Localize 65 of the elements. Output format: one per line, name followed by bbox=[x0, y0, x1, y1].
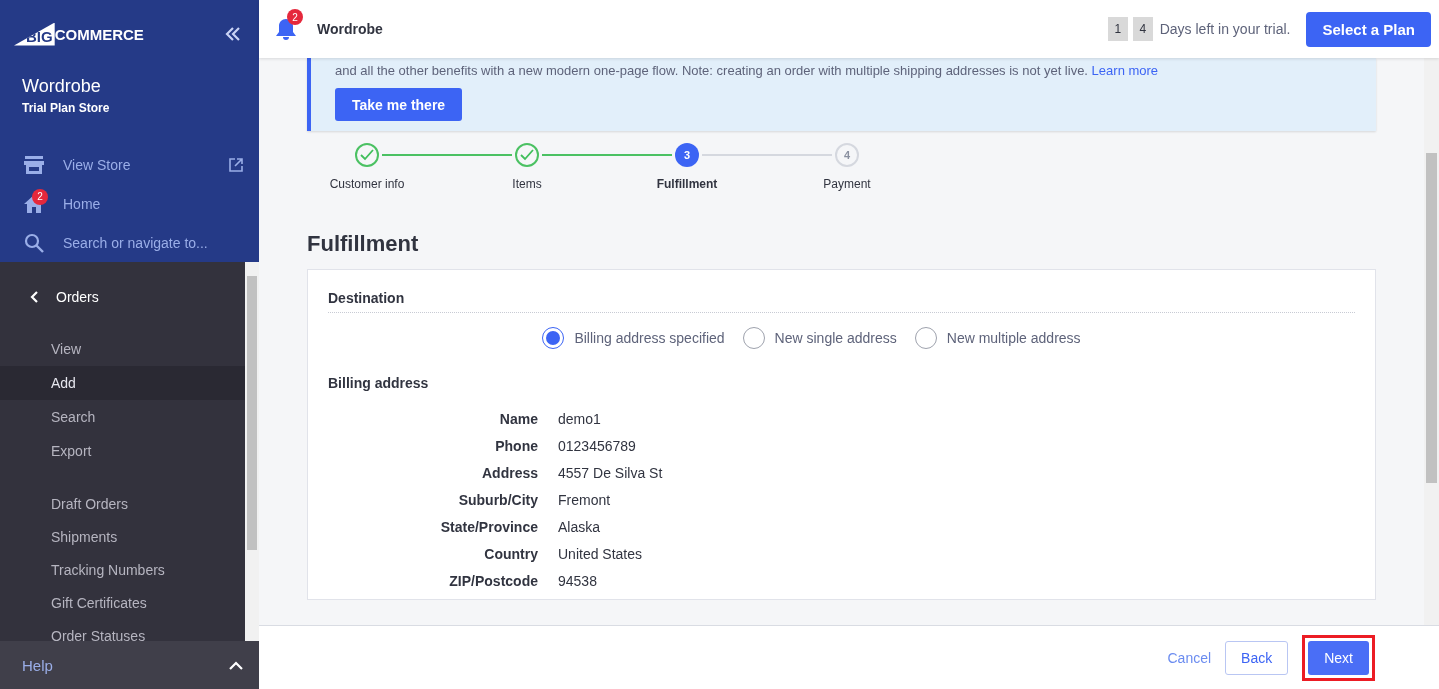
field-value: 0123456789 bbox=[558, 438, 637, 455]
take-me-there-button[interactable]: Take me there bbox=[335, 88, 463, 122]
nav-link[interactable]: View Store bbox=[63, 156, 131, 173]
step-label: Payment bbox=[823, 177, 871, 192]
store-name: Wordrobe bbox=[317, 21, 383, 37]
nav-link[interactable]: Search or navigate to... bbox=[63, 234, 208, 251]
step-indicator: 4 bbox=[835, 143, 859, 168]
field-label: Phone bbox=[494, 438, 538, 455]
page-title: Fulfillment bbox=[307, 231, 420, 258]
radio-label: New single address bbox=[774, 330, 897, 347]
field-value: 4557 De Silva St bbox=[558, 465, 664, 482]
store-plan: Trial Plan Store bbox=[22, 101, 111, 115]
submenu-item[interactable]: Draft Orders bbox=[0, 488, 245, 521]
radio-label: Billing address specified bbox=[574, 330, 725, 347]
field-label: Name bbox=[498, 411, 538, 428]
learn-more-link[interactable]: Learn more bbox=[1091, 63, 1159, 78]
field-value: demo1 bbox=[558, 411, 602, 428]
days-digit: 4 bbox=[1132, 17, 1153, 41]
submenu-item[interactable]: Shipments bbox=[0, 521, 245, 554]
step-label: Customer info bbox=[329, 177, 405, 192]
section-title: Destination bbox=[328, 290, 1355, 314]
select-plan-button[interactable]: Select a Plan bbox=[1306, 11, 1431, 47]
scrollbar[interactable] bbox=[245, 262, 259, 641]
storefront-icon bbox=[24, 155, 44, 174]
submenu-item[interactable]: Tracking Numbers bbox=[0, 554, 245, 587]
section-title: Billing address bbox=[328, 375, 430, 392]
submenu-item[interactable]: Order Statuses bbox=[0, 620, 245, 641]
days-digit: 1 bbox=[1107, 17, 1128, 41]
field-label: Address bbox=[480, 465, 538, 482]
help-menu[interactable]: Help bbox=[0, 641, 259, 689]
check-icon bbox=[520, 149, 534, 162]
banner-text: and all the other benefits with a new modern one-page flow. Note: creating an order with multiple shipping addresses is not yet live. Learn more bbox=[335, 62, 1160, 80]
field-value: Fremont bbox=[558, 492, 612, 509]
notification-badge: 2 bbox=[287, 9, 303, 25]
notification-badge: 2 bbox=[32, 188, 48, 205]
collapse-icon[interactable] bbox=[225, 27, 241, 41]
field-value: 94538 bbox=[558, 573, 598, 590]
nav-link[interactable]: Home bbox=[63, 195, 101, 212]
next-button[interactable]: Next bbox=[1308, 640, 1369, 675]
store-name: Wordrobe bbox=[22, 76, 102, 97]
submenu-item[interactable]: View bbox=[0, 332, 245, 366]
external-link-icon[interactable] bbox=[229, 157, 243, 172]
submenu-item[interactable]: Gift Certificates bbox=[0, 587, 245, 620]
chevron-up-icon bbox=[229, 660, 243, 670]
field-value: Alaska bbox=[558, 519, 602, 536]
radio-label: New multiple address bbox=[946, 330, 1081, 347]
step-label: Fulfillment bbox=[656, 177, 718, 192]
cancel-link[interactable]: Cancel bbox=[1167, 649, 1212, 666]
submenu-item[interactable]: Add bbox=[0, 366, 245, 400]
field-label: Suburb/City bbox=[457, 492, 538, 509]
field-value: United States bbox=[558, 546, 644, 563]
submenu-item[interactable]: Search bbox=[0, 400, 245, 434]
scrollbar[interactable] bbox=[1424, 58, 1439, 625]
step-indicator: 3 bbox=[675, 143, 699, 168]
field-label: ZIP/Postcode bbox=[448, 573, 538, 590]
step-label: Items bbox=[512, 177, 542, 192]
chevron-left-icon bbox=[30, 291, 40, 303]
field-label: Country bbox=[483, 546, 538, 563]
field-label: State/Province bbox=[439, 519, 538, 536]
trial-text: Days left in your trial. bbox=[1159, 21, 1291, 37]
back-button[interactable]: Back bbox=[1225, 640, 1289, 675]
back-link[interactable]: Orders bbox=[0, 262, 245, 332]
submenu-item[interactable]: Export bbox=[0, 434, 245, 468]
search-icon bbox=[24, 232, 44, 253]
check-icon bbox=[360, 149, 374, 162]
